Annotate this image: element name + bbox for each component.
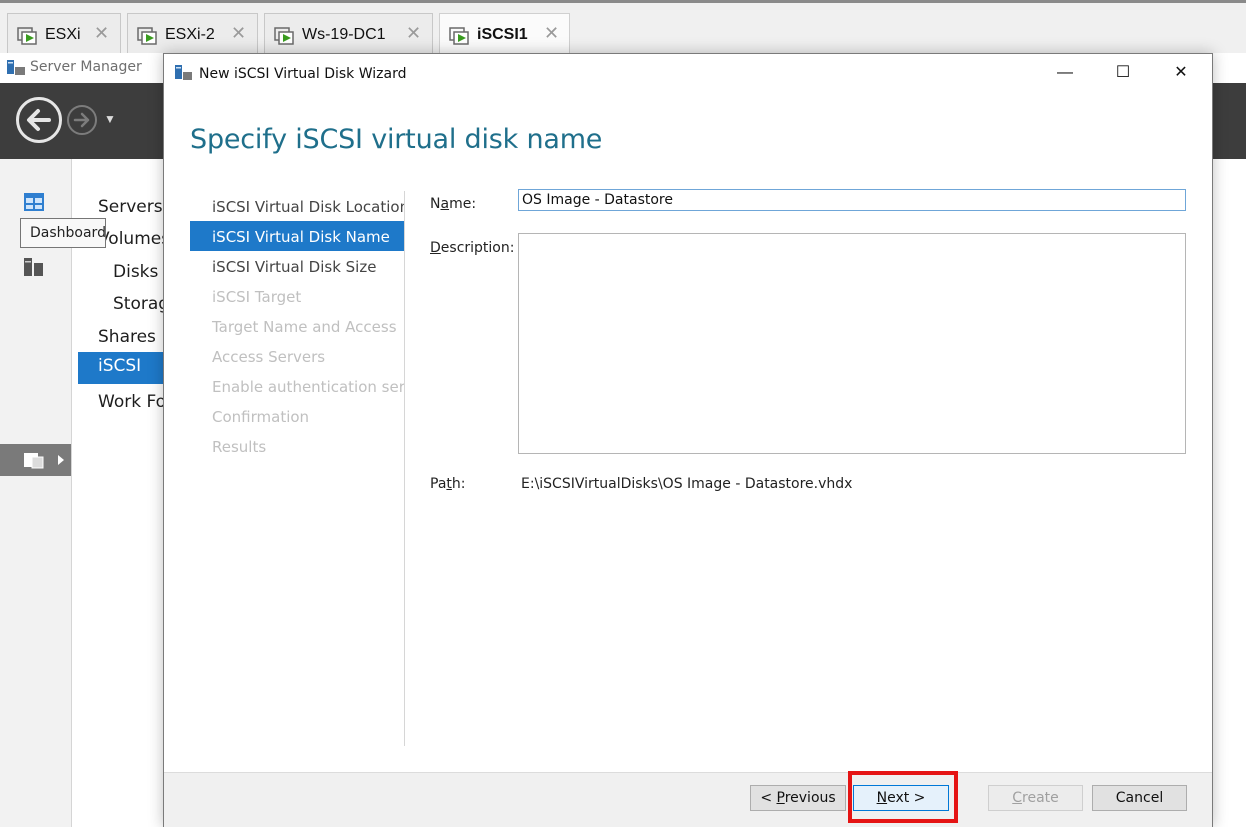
wizard-step-authentication: Enable authentication ser... <box>212 378 404 396</box>
chevron-down-icon[interactable]: ▼ <box>104 112 116 126</box>
next-button-highlight <box>848 771 958 823</box>
wizard-app-icon <box>175 65 192 80</box>
minimize-button[interactable]: — <box>1036 54 1094 92</box>
nav-item-shares[interactable]: Shares <box>98 327 156 347</box>
wizard-step-target-name: Target Name and Access <box>212 318 397 336</box>
dashboard-tooltip: Dashboard <box>20 218 106 248</box>
nav-item-servers[interactable]: Servers <box>98 197 163 217</box>
wizard-step-results: Results <box>212 438 267 456</box>
server-manager-icon <box>7 60 25 75</box>
wizard-step-access-servers: Access Servers <box>212 348 326 366</box>
file-storage-icon <box>24 453 44 469</box>
wizard-step-disk-size[interactable]: iSCSI Virtual Disk Size <box>190 251 404 281</box>
vm-console-icon <box>449 27 469 45</box>
close-button[interactable]: ✕ <box>1152 54 1210 92</box>
wizard-steps: iSCSI Virtual Disk Location iSCSI Virtua… <box>190 191 405 746</box>
wizard-step-confirmation: Confirmation <box>212 408 310 426</box>
nav-item-work-folders[interactable]: Work Fo <box>98 392 166 412</box>
wizard-step-iscsi-target: iSCSI Target <box>212 288 302 306</box>
back-arrow-icon[interactable] <box>16 97 62 143</box>
wizard-button-bar: < Previous Next > Create Cancel <box>164 772 1212 827</box>
vm-console-icon <box>137 27 157 45</box>
cancel-button[interactable]: Cancel <box>1092 785 1187 811</box>
vm-tab-ws-19-dc1[interactable]: Ws-19-DC1 ✕ <box>264 13 433 54</box>
close-icon[interactable]: ✕ <box>94 23 109 44</box>
wizard-titlebar: New iSCSI Virtual Disk Wizard — ☐ ✕ <box>164 54 1212 92</box>
file-storage-nav-selected[interactable] <box>0 444 71 476</box>
vm-console-icon <box>274 27 294 45</box>
vm-console-icon <box>17 27 37 45</box>
server-manager-nav: Servers Volumes Disks Storag Shares iSCS… <box>76 159 170 827</box>
name-field[interactable] <box>518 189 1186 211</box>
description-label: Description: <box>430 240 515 256</box>
wizard-step-disk-name[interactable]: iSCSI Virtual Disk Name <box>190 221 404 251</box>
new-iscsi-virtual-disk-wizard: New iSCSI Virtual Disk Wizard — ☐ ✕ Spec… <box>163 53 1213 827</box>
path-value: E:\iSCSIVirtualDisks\OS Image - Datastor… <box>521 476 853 492</box>
server-manager-left-rail <box>0 159 72 827</box>
nav-item-disks[interactable]: Disks <box>113 262 158 282</box>
vm-tab-esxi[interactable]: ESXi ✕ <box>7 13 121 54</box>
create-button: Create <box>988 785 1083 811</box>
vm-tab-label: iSCSI1 <box>477 26 528 43</box>
page-title: Specify iSCSI virtual disk name <box>190 124 603 155</box>
vm-tab-label: ESXi-2 <box>165 26 215 43</box>
forward-arrow-icon[interactable] <box>67 105 97 135</box>
server-manager-content-edge <box>1212 159 1246 827</box>
close-icon[interactable]: ✕ <box>406 23 421 44</box>
maximize-button[interactable]: ☐ <box>1094 54 1152 92</box>
screen: ESXi ✕ ESXi-2 ✕ Ws-19-DC1 ✕ iSCSI1 ✕ Ser… <box>0 0 1246 827</box>
window-title: Server Manager <box>30 59 142 75</box>
nav-item-volumes[interactable]: Volumes <box>98 229 170 249</box>
vm-tab-label: Ws-19-DC1 <box>302 26 386 43</box>
vm-tab-label: ESXi <box>45 26 81 43</box>
vm-tab-strip: ESXi ✕ ESXi-2 ✕ Ws-19-DC1 ✕ iSCSI1 ✕ <box>0 0 1246 56</box>
chevron-right-icon <box>58 455 64 465</box>
wizard-title: New iSCSI Virtual Disk Wizard <box>199 66 407 82</box>
previous-button[interactable]: < Previous <box>750 785 846 811</box>
path-label: Path: <box>430 476 466 492</box>
wizard-step-disk-location[interactable]: iSCSI Virtual Disk Location <box>190 191 404 221</box>
vm-tab-esxi-2[interactable]: ESXi-2 ✕ <box>127 13 258 54</box>
close-icon[interactable]: ✕ <box>231 23 246 44</box>
description-field[interactable] <box>518 233 1186 454</box>
local-server-icon[interactable] <box>24 258 44 276</box>
nav-item-storage-pools[interactable]: Storag <box>113 294 169 314</box>
nav-item-iscsi[interactable]: iSCSI <box>78 352 166 384</box>
vm-tab-iscsi1[interactable]: iSCSI1 ✕ <box>439 13 570 56</box>
dashboard-icon[interactable] <box>24 193 44 211</box>
name-label: Name: <box>430 196 477 212</box>
close-icon[interactable]: ✕ <box>544 23 559 44</box>
